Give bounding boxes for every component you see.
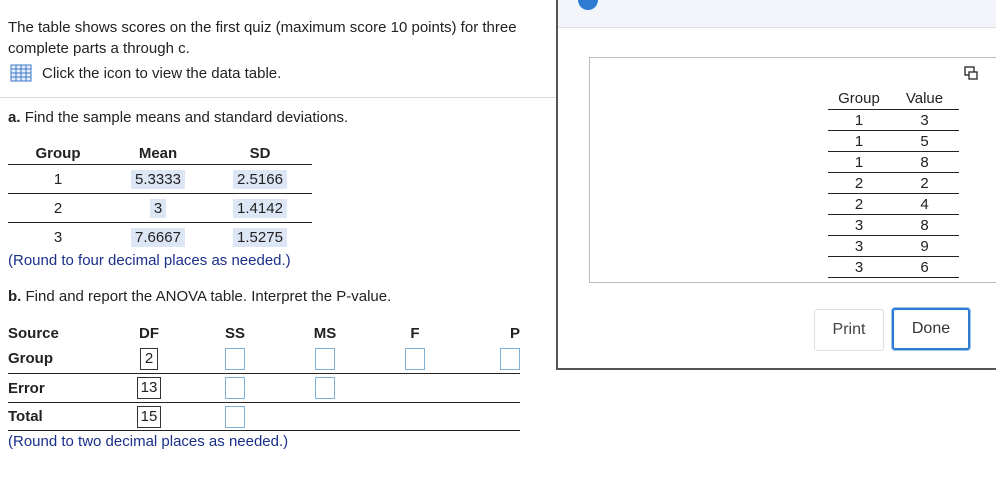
popup-info-icon — [578, 0, 598, 10]
part-a-prompt: a. Find the sample means and standard de… — [8, 109, 348, 126]
table-row: 13 — [828, 110, 959, 131]
means-table: Group Mean SD 1 5.3333 2.5166 2 3 1.4142… — [8, 143, 312, 252]
mean-answer[interactable]: 3 — [149, 198, 167, 218]
header-group: Group — [35, 145, 81, 162]
table-row: 1 5.3333 2.5166 — [8, 165, 312, 194]
group-cell: 2 — [854, 195, 864, 213]
table-grid-icon[interactable] — [10, 64, 32, 82]
header-value: Value — [905, 90, 944, 107]
group-cell: 2 — [854, 174, 864, 192]
rounding-note-a: (Round to four decimal places as needed.… — [8, 252, 291, 269]
header-sd: SD — [249, 145, 271, 162]
df-answer[interactable]: 13 — [136, 377, 162, 399]
part-b-label: b. — [8, 288, 22, 305]
df-answer[interactable]: 2 — [140, 347, 158, 370]
sd-answer[interactable]: 2.5166 — [233, 169, 287, 189]
table-row: 15 — [828, 131, 959, 152]
header-mean: Mean — [138, 145, 178, 162]
popup-header-bar — [558, 0, 996, 28]
header-df: DF — [139, 324, 159, 342]
data-table-popup: Group Value 13 15 18 22 24 38 39 36 Prin… — [556, 0, 996, 370]
value-cell: 3 — [920, 111, 929, 129]
intro-line-1: The table shows scores on the first quiz… — [8, 19, 517, 36]
ms-input[interactable] — [315, 377, 335, 399]
header-p: P — [509, 324, 520, 342]
table-row: 18 — [828, 152, 959, 173]
copy-icon[interactable] — [964, 66, 978, 80]
value-cell: 4 — [920, 195, 929, 213]
means-header-row: Group Mean SD — [8, 143, 312, 165]
p-input[interactable] — [500, 347, 520, 370]
sd-answer[interactable]: 1.4142 — [233, 198, 287, 218]
value-cell: 8 — [920, 216, 929, 234]
mean-answer[interactable]: 5.3333 — [131, 169, 185, 189]
header-ms: MS — [313, 324, 337, 342]
source-group: Group — [8, 350, 53, 367]
intro-line-2: complete parts a through c. — [8, 40, 190, 57]
done-button[interactable]: Done — [892, 308, 970, 350]
sd-answer[interactable]: 1.5275 — [233, 228, 287, 247]
ss-input[interactable] — [225, 377, 245, 399]
value-cell: 5 — [920, 132, 929, 150]
ms-input[interactable] — [315, 347, 335, 370]
value-cell: 6 — [920, 258, 929, 276]
group-cell: 3 — [854, 258, 864, 276]
group-cell: 1 — [854, 132, 864, 150]
data-header-row: Group Value — [828, 88, 959, 110]
table-row: Error 13 — [8, 373, 520, 402]
view-data-table-text[interactable]: Click the icon to view the data table. — [42, 65, 281, 82]
group-cell: 1 — [53, 170, 63, 188]
data-table: Group Value 13 15 18 22 24 38 39 36 — [828, 88, 959, 278]
part-a-text: Find the sample means and standard devia… — [24, 109, 349, 126]
table-row: 2 3 1.4142 — [8, 194, 312, 223]
source-total: Total — [8, 408, 43, 425]
table-row: Group 2 — [8, 344, 520, 373]
f-input[interactable] — [405, 347, 425, 370]
divider — [0, 97, 560, 98]
anova-table: Source DF SS MS F P Group 2 Error 13 Tot… — [8, 322, 520, 431]
value-cell: 9 — [920, 237, 929, 255]
table-row: 22 — [828, 173, 959, 194]
rounding-note-b: (Round to two decimal places as needed.) — [8, 433, 289, 450]
group-cell: 1 — [854, 111, 864, 129]
ss-input[interactable] — [225, 347, 245, 370]
question-intro: The table shows scores on the first quiz… — [8, 17, 568, 59]
part-b-text: Find and report the ANOVA table. Interpr… — [25, 288, 392, 305]
group-cell: 1 — [854, 153, 864, 171]
header-source: Source — [8, 324, 59, 342]
header-ss: SS — [224, 324, 245, 342]
anova-header-row: Source DF SS MS F P — [8, 322, 520, 344]
table-row: Total 15 — [8, 402, 520, 431]
table-row: 36 — [828, 257, 959, 278]
group-cell: 2 — [53, 199, 63, 217]
part-a-label: a. — [8, 109, 21, 126]
print-button[interactable]: Print — [814, 309, 884, 351]
header-f: F — [410, 324, 420, 342]
value-cell: 2 — [920, 174, 929, 192]
table-row: 38 — [828, 215, 959, 236]
value-cell: 8 — [920, 153, 929, 171]
part-b-prompt: b. Find and report the ANOVA table. Inte… — [8, 288, 391, 305]
view-data-table-link[interactable]: Click the icon to view the data table. — [10, 64, 281, 82]
ss-input[interactable] — [225, 405, 245, 428]
group-cell: 3 — [53, 229, 63, 246]
source-error: Error — [8, 379, 45, 397]
table-row: 39 — [828, 236, 959, 257]
data-table-panel: Group Value 13 15 18 22 24 38 39 36 — [589, 57, 996, 283]
header-group: Group — [838, 90, 880, 107]
df-answer[interactable]: 15 — [136, 405, 162, 428]
table-row: 3 7.6667 1.5275 — [8, 223, 312, 252]
group-cell: 3 — [854, 237, 864, 255]
group-cell: 3 — [854, 216, 864, 234]
mean-answer[interactable]: 7.6667 — [131, 228, 185, 247]
table-row: 24 — [828, 194, 959, 215]
